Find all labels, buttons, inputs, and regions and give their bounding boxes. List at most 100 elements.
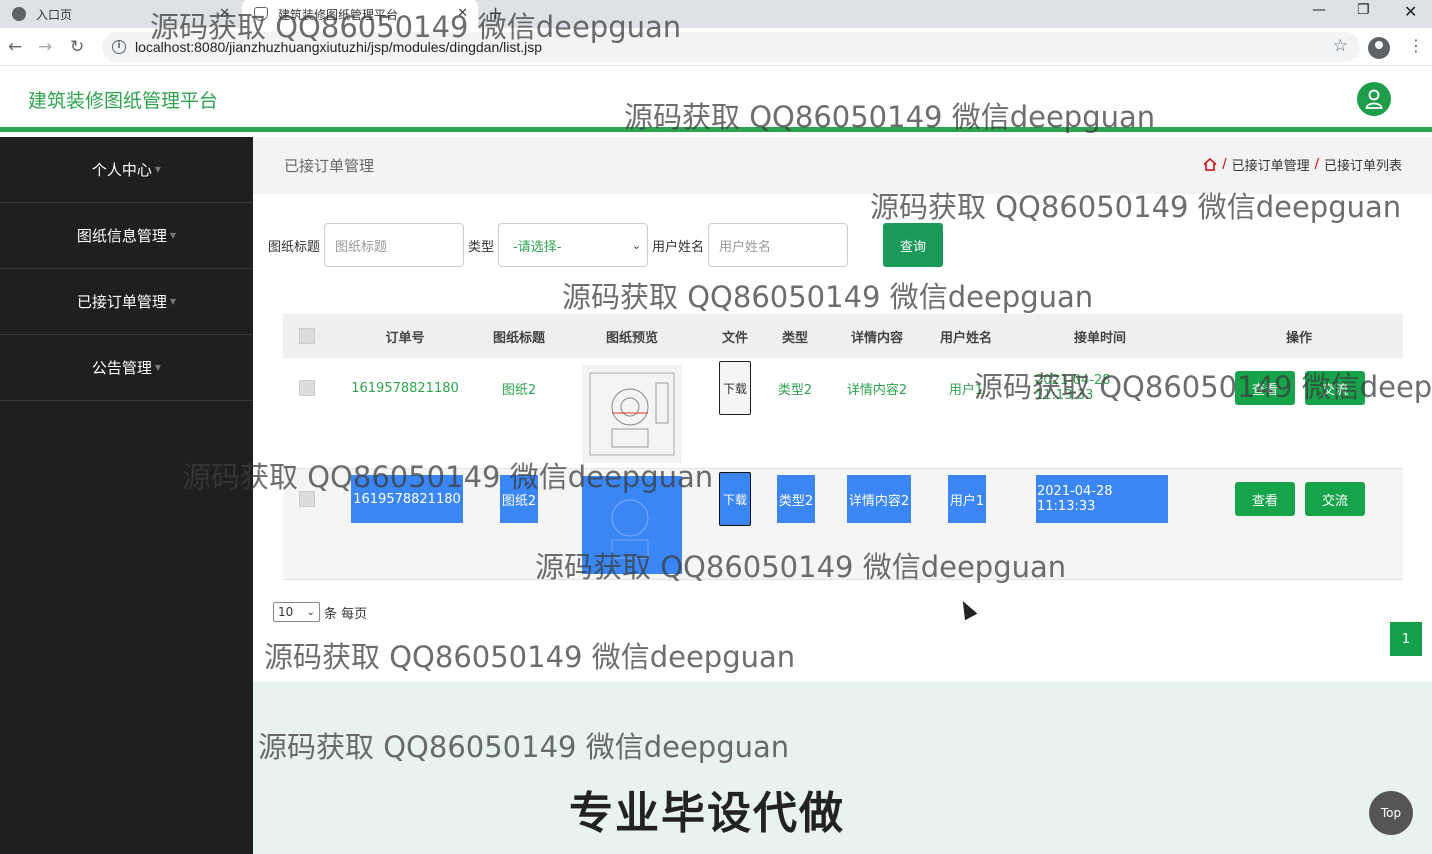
close-tab-icon[interactable]: ✕ <box>457 6 468 21</box>
drawing-thumbnail-image <box>611 499 649 559</box>
page-size-select[interactable]: 10 ⌄ <box>273 602 320 622</box>
row-checkbox[interactable] <box>299 469 315 529</box>
sidebar-item-label: 已接订单管理 <box>76 293 167 311</box>
detail-cell: 详情内容2 <box>846 382 908 398</box>
user-cell: 用户1 <box>948 382 984 398</box>
col-order-no: 订单号 <box>385 330 425 346</box>
type-filter-select[interactable]: -请选择- ⌄ <box>498 223 649 267</box>
browser-tab-entry[interactable]: 入口页 ✕ <box>0 0 240 28</box>
detail-cell: 详情内容2 <box>845 469 913 529</box>
table-header: 订单号 图纸标题 图纸预览 文件 类型 详情内容 用户姓名 接单时间 操作 <box>283 314 1403 358</box>
breadcrumb-orders[interactable]: 已接订单管理 <box>1232 155 1310 174</box>
table-row: 1619578821180 图纸2 下载 类型2 详情内容2 用户1 2021-… <box>283 358 1403 469</box>
reload-icon[interactable]: ↻ <box>70 37 84 57</box>
tab-title: 入口页 <box>36 7 73 22</box>
view-button[interactable]: 查看 <box>1235 371 1295 405</box>
col-type: 类型 <box>781 330 808 346</box>
back-icon[interactable]: ← <box>8 37 22 57</box>
type-filter-label: 类型 <box>468 239 495 255</box>
col-detail: 详情内容 <box>850 330 903 346</box>
bookmark-star-icon[interactable]: ☆ <box>1333 36 1348 56</box>
order-no-cell: 1619578821180 <box>351 469 463 529</box>
order-no-cell: 1619578821180 <box>351 380 459 396</box>
username-filter-input[interactable]: 用户姓名 <box>708 223 849 267</box>
type-cell: 类型2 <box>776 469 816 529</box>
main-content: 已接订单管理 / 已接订单管理 / 已接订单列表 图纸标题 图纸标题 类型 -请… <box>253 137 1432 854</box>
query-button[interactable]: 查询 <box>883 223 944 267</box>
browser-menu-icon[interactable]: ⋮ <box>1408 36 1424 55</box>
table-row: 1619578821180 图纸2 下载 类型2 详情内容2 用户1 2021-… <box>283 469 1403 580</box>
app-header: 建筑装修图纸管理平台 <box>0 66 1432 132</box>
breadcrumb-order-list: 已接订单列表 <box>1323 159 1402 174</box>
restore-icon[interactable]: ❐ <box>1357 2 1370 18</box>
url-text: localhost:8080/jianzhuzhuangxiutuzhi/jsp… <box>135 39 543 55</box>
sidebar-item-drawing-management[interactable]: 图纸信息管理 ▼ <box>0 203 253 269</box>
sidebar-item-personal-center[interactable]: 个人中心 ▼ <box>0 137 253 203</box>
browser-tab-bar: 入口页 ✕ 建筑装修图纸管理平台 ✕ + — ❐ ✕ <box>0 0 1432 28</box>
download-button[interactable]: 下载 <box>719 358 751 418</box>
new-tab-icon[interactable]: + <box>488 3 503 24</box>
per-page-label: 条 每页 <box>324 606 368 622</box>
chevron-down-icon: ⌄ <box>306 606 315 618</box>
chevron-down-icon: ⌄ <box>631 238 642 252</box>
title-cell: 图纸2 <box>501 382 537 398</box>
download-button[interactable]: 下载 <box>719 469 751 529</box>
url-field[interactable]: i localhost:8080/jianzhuzhuangxiutuzhi/j… <box>102 32 1360 62</box>
page-size-value: 10 <box>278 605 294 619</box>
forward-icon[interactable]: → <box>38 37 52 57</box>
sidebar-item-label: 图纸信息管理 <box>76 227 167 245</box>
sidebar-item-orders[interactable]: 已接订单管理 ▼ <box>0 269 253 335</box>
shield-icon <box>254 7 268 21</box>
home-icon[interactable] <box>1203 158 1217 171</box>
caret-down-icon: ▼ <box>154 363 162 372</box>
address-bar: ← → ↻ i localhost:8080/jianzhuzhuangxiut… <box>0 28 1432 66</box>
title-filter-input[interactable]: 图纸标题 <box>324 223 465 267</box>
browser-profile-icon[interactable] <box>1368 37 1390 59</box>
username-filter-label: 用户姓名 <box>652 239 705 255</box>
chat-button[interactable]: 交流 <box>1305 371 1365 405</box>
user-avatar-button[interactable] <box>1357 82 1391 116</box>
sidebar-item-label: 个人中心 <box>91 161 152 179</box>
drawing-preview[interactable] <box>582 364 682 464</box>
search-bar: 图纸标题 图纸标题 类型 -请选择- ⌄ 用户姓名 用户姓名 查询 <box>268 223 944 267</box>
minimize-icon[interactable]: — <box>1312 2 1326 18</box>
sidebar-item-label: 公告管理 <box>91 359 152 377</box>
col-user: 用户姓名 <box>939 330 992 346</box>
close-tab-icon[interactable]: ✕ <box>219 6 230 21</box>
type-select-value: -请选择- <box>513 239 562 255</box>
col-title: 图纸标题 <box>492 330 545 346</box>
window-close-icon[interactable]: ✕ <box>1404 2 1417 21</box>
browser-tab-active[interactable]: 建筑装修图纸管理平台 ✕ <box>242 0 478 28</box>
row-checkbox[interactable] <box>299 358 315 418</box>
time-cell: 2021-04-28 11:13:33 <box>1035 373 1111 403</box>
sidebar: 个人中心 ▼ 图纸信息管理 ▼ 已接订单管理 ▼ 公告管理 ▼ <box>0 137 253 854</box>
time-cell: 2021-04-28 11:13:33 <box>1036 469 1168 529</box>
footer: 专业毕设代做 <box>253 682 1432 854</box>
type-cell: 类型2 <box>777 382 813 398</box>
drawing-thumbnail-image <box>589 372 675 456</box>
caret-down-icon: ▼ <box>154 165 162 174</box>
drawing-preview[interactable] <box>582 475 682 575</box>
tab-title: 建筑装修图纸管理平台 <box>278 7 399 22</box>
select-all-checkbox[interactable] <box>299 314 315 358</box>
caret-down-icon: ▼ <box>169 297 177 306</box>
page-number-button[interactable]: 1 <box>1390 622 1422 656</box>
chat-button[interactable]: 交流 <box>1305 482 1365 516</box>
col-file: 文件 <box>721 330 748 346</box>
orders-table: 订单号 图纸标题 图纸预览 文件 类型 详情内容 用户姓名 接单时间 操作 16… <box>283 314 1403 580</box>
promo-text: 专业毕设代做 <box>569 788 845 839</box>
title-filter-label: 图纸标题 <box>268 239 321 255</box>
col-actions: 操作 <box>1285 330 1312 346</box>
caret-down-icon: ▼ <box>169 231 177 240</box>
col-time: 接单时间 <box>1073 330 1126 346</box>
globe-icon <box>12 7 26 21</box>
back-to-top-button[interactable]: Top <box>1369 791 1413 835</box>
view-button[interactable]: 查看 <box>1235 482 1295 516</box>
sidebar-item-notices[interactable]: 公告管理 ▼ <box>0 335 253 401</box>
info-icon[interactable]: i <box>112 40 126 54</box>
page-title: 已接订单管理 <box>284 157 375 175</box>
user-icon <box>1365 89 1383 109</box>
breadcrumb: / 已接订单管理 / 已接订单列表 <box>1203 155 1402 174</box>
page-size-control: 10 ⌄ 条 每页 <box>273 602 367 622</box>
page-header: 已接订单管理 / 已接订单管理 / 已接订单列表 <box>253 137 1432 194</box>
